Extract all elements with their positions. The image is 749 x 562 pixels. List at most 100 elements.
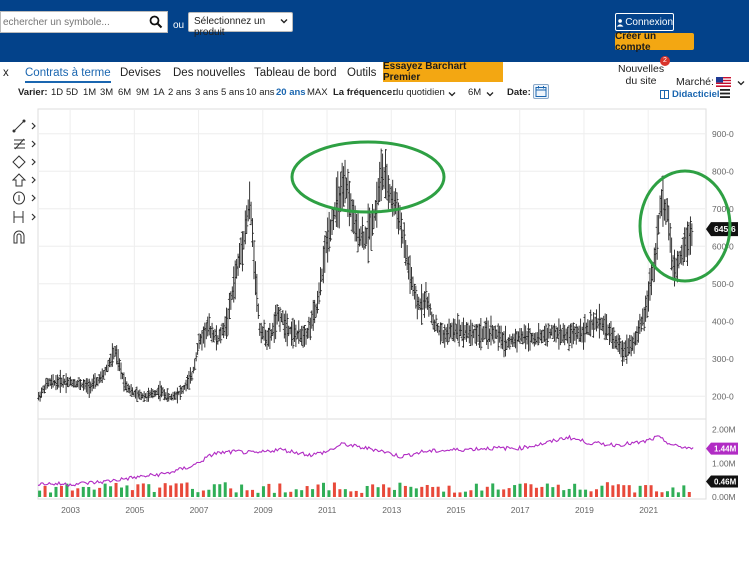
login-label: Connexion (625, 16, 673, 28)
volume-bar (584, 489, 588, 497)
volume-bar (229, 488, 233, 497)
calendar-button[interactable] (533, 84, 549, 99)
volume-bar (223, 482, 227, 497)
volume-bar (605, 482, 609, 497)
volume-bar (398, 482, 402, 497)
range-1a[interactable]: 1A (153, 87, 165, 98)
range-1d[interactable]: 1D (51, 87, 63, 98)
site-news-link[interactable]: Nouvelles du site (618, 63, 664, 87)
search-input[interactable] (1, 13, 141, 31)
volume-bar (551, 487, 555, 497)
volume-bar (534, 487, 538, 497)
price-chart[interactable]: 900-0 800-0 700-0 600-0 500-0 400-0 300-0 200-0… (0, 105, 749, 562)
volume-bar (545, 483, 549, 497)
volume-bar (431, 486, 435, 497)
x-tick-label: 2015 (447, 505, 466, 515)
volume-bar (174, 483, 178, 497)
volume-bar (201, 490, 205, 497)
volume-bar (207, 489, 211, 497)
volume-bar (136, 484, 140, 497)
chart-axes: 900-0 800-0 700-0 600-0 500-0 400-0 300-0 200-0… (61, 129, 738, 515)
volume-bar (109, 486, 113, 497)
frequency-chevron-icon[interactable] (448, 90, 456, 98)
volume-bar (283, 492, 287, 497)
volume-bar (120, 487, 123, 497)
volume-bar (573, 483, 577, 497)
range-5d[interactable]: 5D (66, 87, 78, 98)
frequency-label: La fréquence: (333, 87, 396, 98)
product-select[interactable]: Sélectionnez un produit (188, 12, 293, 38)
volume-bar (130, 490, 134, 497)
volume-bar (218, 484, 222, 497)
x-tick-label: 2019 (575, 505, 594, 515)
volume-bar (671, 487, 675, 497)
nav-item-tools[interactable]: Outils (347, 67, 376, 79)
tutorial-link[interactable]: Didacticiel (672, 89, 720, 100)
login-button[interactable]: Connexion (615, 13, 674, 31)
volume-bar (392, 489, 396, 497)
create-account-button[interactable]: Créer un compte (615, 31, 694, 53)
range-max[interactable]: MAX (307, 87, 328, 98)
price-tick-label: 200-0 (712, 391, 734, 401)
volume-bar (59, 485, 63, 497)
volume-bar (518, 483, 522, 497)
volume-bar (425, 484, 429, 497)
product-select-value: Sélectionnez un produit (194, 16, 266, 38)
volume-bar (420, 486, 424, 497)
premium-button[interactable]: Essayez Barchart Premier (383, 61, 503, 83)
volume-bar (453, 492, 457, 497)
volume-bar (682, 485, 686, 497)
volume-bar (190, 488, 194, 497)
volume-bar (294, 489, 298, 497)
nav-item-futures[interactable]: Contrats à terme (25, 67, 111, 83)
volume-bar (43, 485, 47, 497)
x-tick-label: 2011 (318, 505, 337, 515)
volume-bar (578, 489, 582, 497)
volume-bar (212, 484, 216, 497)
price-tick-label: 700-0 (712, 204, 734, 214)
range-5y[interactable]: 5 ans (221, 87, 244, 98)
volume-bar (633, 492, 637, 497)
range-9m[interactable]: 9M (136, 87, 149, 98)
volume-bar (496, 489, 500, 497)
volume-bar (311, 489, 315, 497)
frequency-select[interactable]: du quotidien (393, 87, 445, 98)
range-20y[interactable]: 20 ans (276, 87, 306, 98)
range-10y[interactable]: 10 ans (246, 87, 275, 98)
volume-bar (507, 488, 511, 497)
volume-bar (376, 487, 380, 497)
volume-bar (567, 488, 571, 497)
volume-bar (147, 484, 151, 497)
volume-bar (125, 485, 129, 497)
range-6m[interactable]: 6M (118, 87, 131, 98)
volume-bar (240, 484, 244, 497)
period-chevron-icon[interactable] (486, 90, 494, 98)
volume-bar-label: 0.46M (714, 478, 737, 487)
range-3m[interactable]: 3M (100, 87, 113, 98)
x-tick-label: 2013 (382, 505, 401, 515)
range-3y[interactable]: 3 ans (195, 87, 218, 98)
nav-item-currencies[interactable]: Devises (120, 67, 161, 79)
menu-icon[interactable] (720, 89, 730, 98)
volume-bar (327, 490, 331, 497)
period-select[interactable]: 6M (468, 87, 481, 98)
range-2y[interactable]: 2 ans (168, 87, 191, 98)
nav-item-dashboard[interactable]: Tableau de bord (254, 67, 336, 79)
volume-bar (332, 482, 336, 497)
range-1m[interactable]: 1M (83, 87, 96, 98)
nav-item-news[interactable]: Des nouvelles (173, 67, 245, 79)
chart-toolbar: Varier: 1D 5D 1M 3M 6M 9M 1A 2 ans 3 ans… (0, 85, 749, 102)
volume-bar (442, 491, 446, 497)
x-tick-label: 2003 (61, 505, 80, 515)
volume-bar (289, 491, 293, 497)
volume-bar (245, 490, 249, 497)
volume-bar (98, 487, 102, 497)
search-icon[interactable] (149, 15, 163, 29)
nav-item-x[interactable]: x (3, 67, 9, 79)
search-box[interactable] (0, 11, 168, 33)
volume-bar (622, 485, 626, 497)
volume-bar (38, 490, 42, 497)
volume-bar (158, 487, 162, 497)
volume-bar (169, 485, 173, 497)
x-tick-label: 2017 (511, 505, 530, 515)
